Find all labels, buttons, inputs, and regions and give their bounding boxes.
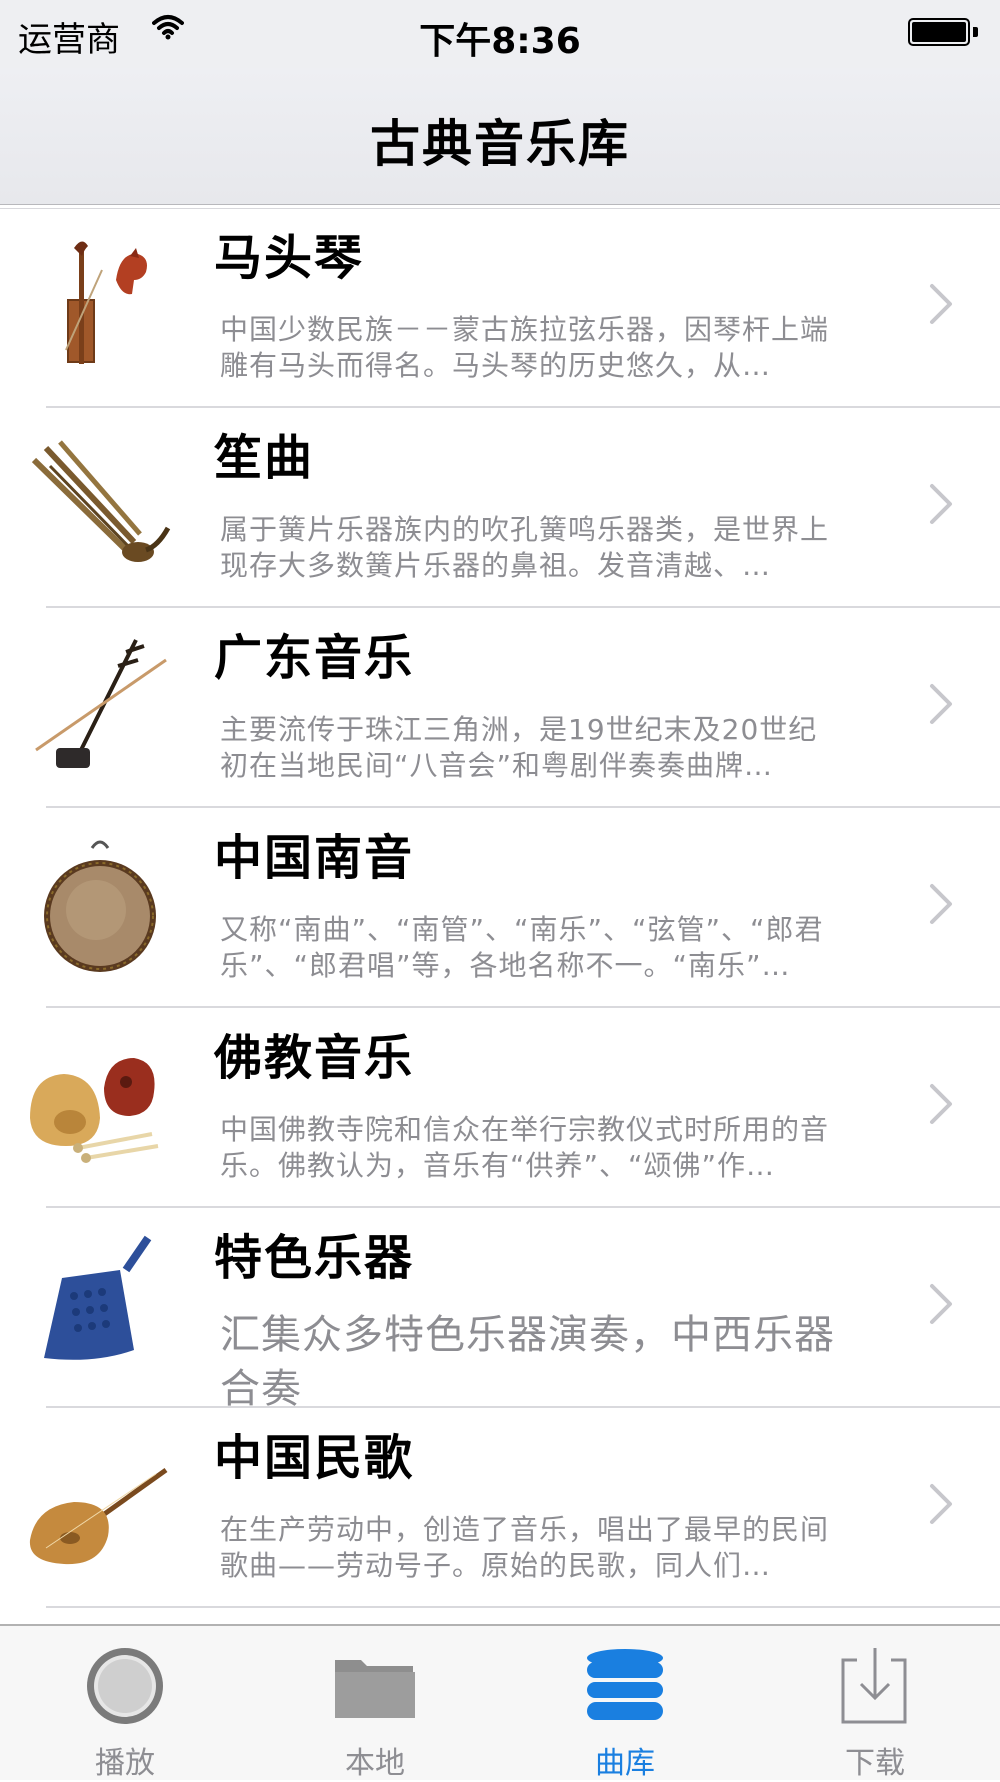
- item-title: 佛教音乐: [214, 1030, 415, 1086]
- list-item[interactable]: 中国南音 又称“南曲”、“南管”、“南乐”、“弦管”、“郎君乐”、“郎君唱”等，…: [0, 808, 1000, 1008]
- tab-play[interactable]: 播放: [0, 1626, 250, 1781]
- item-title: 笙曲: [214, 430, 315, 486]
- library-list[interactable]: 马头琴 中国少数民族－－蒙古族拉弦乐器，因琴杆上端雕有马头而得名。马头琴的历史悠…: [0, 206, 1000, 1624]
- chevron-right-icon: [928, 1080, 954, 1128]
- navigation-bar: 古典音乐库: [0, 68, 1000, 205]
- tab-label: 播放: [95, 1746, 155, 1781]
- wooden-fish-icon: [26, 1030, 176, 1180]
- item-title: 特色乐器: [214, 1230, 415, 1286]
- list-item[interactable]: 特色乐器 汇集众多特色乐器演奏，中西乐器合奏: [0, 1208, 1000, 1412]
- chevron-right-icon: [928, 880, 954, 928]
- chevron-right-icon: [928, 1280, 954, 1328]
- item-title: 马头琴: [214, 230, 365, 286]
- list-item[interactable]: 中国民歌 在生产劳动中，创造了音乐，唱出了最早的民间歌曲——劳动号子。原始的民歌…: [0, 1408, 1000, 1608]
- database-icon: [585, 1646, 665, 1726]
- play-disc-icon: [85, 1646, 165, 1726]
- item-description: 汇集众多特色乐器演奏，中西乐器合奏: [220, 1312, 835, 1412]
- horsehead-fiddle-icon: [26, 230, 176, 380]
- battery-icon: [908, 18, 978, 48]
- item-description: 属于簧片乐器族内的吹孔簧鸣乐器类，是世界上现存大多数簧片乐器的鼻祖。发音清越、…: [220, 513, 830, 582]
- item-description: 在生产劳动中，创造了音乐，唱出了最早的民间歌曲——劳动号子。原始的民歌，同人们…: [220, 1513, 830, 1582]
- row-divider: [46, 1606, 1000, 1608]
- chevron-right-icon: [928, 680, 954, 728]
- download-icon: [835, 1646, 915, 1726]
- chevron-right-icon: [928, 280, 954, 328]
- item-title: 中国民歌: [214, 1430, 415, 1486]
- status-time: 下午8:36: [419, 21, 581, 62]
- list-item[interactable]: 笙曲 属于簧片乐器族内的吹孔簧鸣乐器类，是世界上现存大多数簧片乐器的鼻祖。发音清…: [0, 408, 1000, 608]
- item-description: 又称“南曲”、“南管”、“南乐”、“弦管”、“郎君乐”、“郎君唱”等，各地名称不…: [220, 913, 824, 982]
- bronze-bell-icon: [26, 1230, 176, 1380]
- sheng-icon: [26, 430, 176, 580]
- chevron-right-icon: [928, 1480, 954, 1528]
- tab-bar: 播放 本地 曲库 下载: [0, 1624, 1000, 1781]
- erhu-icon: [26, 630, 176, 780]
- folder-icon: [335, 1646, 415, 1726]
- tab-download[interactable]: 下载: [750, 1626, 1000, 1781]
- list-item[interactable]: 佛教音乐 中国佛教寺院和信众在举行宗教仪式时所用的音乐。佛教认为，音乐有“供养”…: [0, 1008, 1000, 1208]
- page-title: 古典音乐库: [370, 115, 630, 173]
- tab-label: 曲库: [595, 1746, 655, 1781]
- pipa-icon: [26, 1430, 176, 1580]
- item-description: 主要流传于珠江三角洲，是19世纪末及20世纪初在当地民间“八音会”和粤剧伴奏奏曲…: [220, 713, 818, 782]
- tab-label: 下载: [845, 1746, 905, 1781]
- item-title: 广东音乐: [214, 630, 415, 686]
- item-description: 中国佛教寺院和信众在举行宗教仪式时所用的音乐。佛教认为，音乐有“供养”、“颂佛”…: [220, 1113, 830, 1182]
- chevron-right-icon: [928, 480, 954, 528]
- tab-library[interactable]: 曲库: [500, 1626, 750, 1781]
- tab-label: 本地: [345, 1746, 405, 1781]
- list-item[interactable]: 广东音乐 主要流传于珠江三角洲，是19世纪末及20世纪初在当地民间“八音会”和粤…: [0, 608, 1000, 808]
- list-item[interactable]: 马头琴 中国少数民族－－蒙古族拉弦乐器，因琴杆上端雕有马头而得名。马头琴的历史悠…: [0, 208, 1000, 408]
- drum-icon: [26, 830, 176, 980]
- item-description: 中国少数民族－－蒙古族拉弦乐器，因琴杆上端雕有马头而得名。马头琴的历史悠久，从…: [220, 313, 830, 382]
- tab-local[interactable]: 本地: [250, 1626, 500, 1781]
- item-title: 中国南音: [214, 830, 415, 886]
- status-bar: 运营商 下午8:36: [0, 0, 1000, 68]
